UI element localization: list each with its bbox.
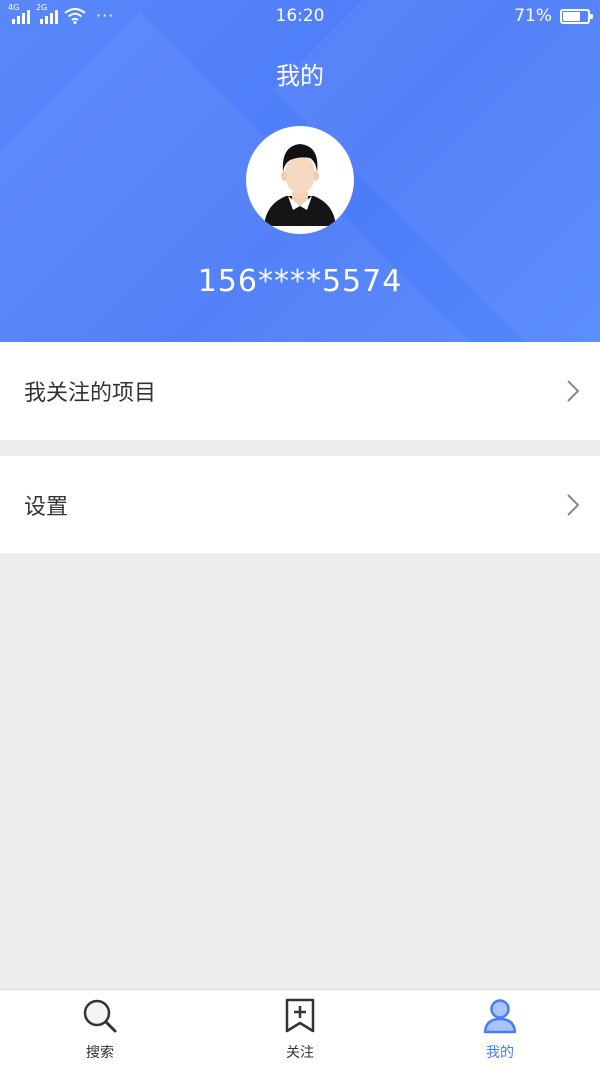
chevron-right-icon xyxy=(566,379,580,403)
page-title: 我的 xyxy=(276,62,324,90)
tab-mine[interactable]: 我的 xyxy=(400,990,600,1067)
menu-item-label: 设置 xyxy=(24,494,69,520)
chevron-right-icon xyxy=(566,493,580,517)
battery-percent: 71% xyxy=(514,6,552,26)
signal-4g-icon: 4G xyxy=(8,4,30,24)
status-right: 71% xyxy=(514,6,593,26)
signal-2g-icon: 2G xyxy=(36,4,58,24)
status-left: 4G 2G ··· xyxy=(8,4,115,25)
more-indicator: ··· xyxy=(96,6,115,25)
menu-item-settings[interactable]: 设置 xyxy=(0,456,600,553)
profile-header: 4G 2G ··· 16:20 71% 我的 156****5574 xyxy=(0,0,600,342)
tab-label: 搜索 xyxy=(86,1045,114,1061)
user-avatar-icon[interactable] xyxy=(246,126,354,234)
tab-label: 我的 xyxy=(486,1045,514,1061)
tab-label: 关注 xyxy=(286,1045,314,1061)
battery-fill xyxy=(563,11,580,21)
menu-item-followed-projects[interactable]: 我关注的项目 xyxy=(0,342,600,440)
menu-item-label: 我关注的项目 xyxy=(24,381,157,406)
user-icon xyxy=(482,998,518,1034)
wifi-icon xyxy=(64,8,86,24)
bookmark-plus-icon xyxy=(282,998,318,1034)
battery-icon xyxy=(560,8,593,24)
tab-search[interactable]: 搜索 xyxy=(0,990,200,1067)
tab-follow[interactable]: 关注 xyxy=(200,990,400,1067)
status-bar: 4G 2G ··· 16:20 71% xyxy=(0,0,600,32)
search-icon xyxy=(82,998,118,1034)
user-phone: 156****5574 xyxy=(197,264,403,299)
app-root: 4G 2G ··· 16:20 71% 我的 156****5574 我关注的项… xyxy=(0,0,600,1067)
bottom-tab-bar: 搜索 关注 我的 xyxy=(0,989,600,1067)
